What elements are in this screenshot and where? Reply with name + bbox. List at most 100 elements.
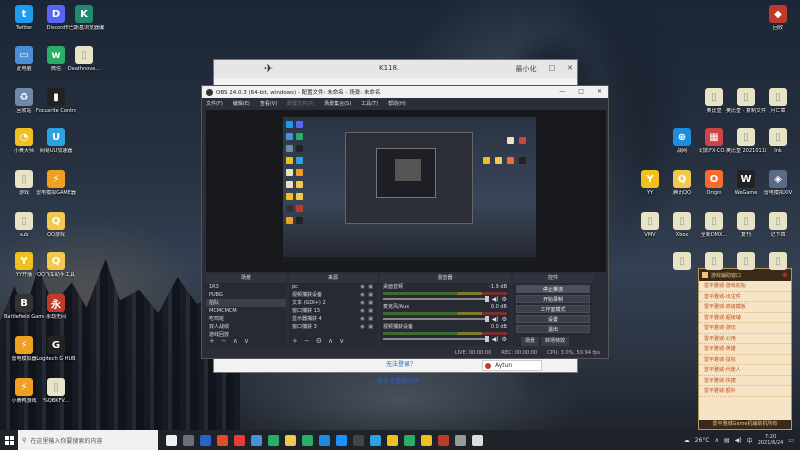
taskbar-app-icon[interactable]	[302, 434, 313, 446]
taskbar-app-icon[interactable]	[404, 434, 415, 446]
taskbar-app-icon[interactable]	[353, 434, 364, 446]
settings-button[interactable]: 设置	[516, 315, 590, 323]
taskbar-app-icon[interactable]	[472, 434, 483, 446]
obs-titlebar[interactable]: OBS 24.0.3 (64-bit, windows) - 配置文件: 未命名…	[202, 86, 608, 98]
obs-maximize-button[interactable]: □	[578, 88, 584, 95]
source-item[interactable]: 视频捕获设备 ◉ ▣	[289, 291, 377, 299]
taskbar-app-icon[interactable]	[336, 434, 347, 446]
desktop-icon[interactable]: Q QQ飞车助手工具	[36, 252, 76, 278]
desktop-icon[interactable]: ▯	[758, 252, 798, 272]
assistant-item[interactable]: 雷平雅城-快捷	[699, 376, 791, 386]
visibility-lock-icon[interactable]: ◉ ▣	[360, 315, 374, 323]
taskbar-app-icon[interactable]	[166, 434, 177, 446]
visibility-lock-icon[interactable]: ◉ ▣	[360, 299, 374, 307]
desktop-icon[interactable]: ▯ Deathnove...	[64, 46, 104, 72]
desktop-icon[interactable]: U 网易UU加速器	[36, 128, 76, 154]
close-icon[interactable]: ⊗	[782, 271, 788, 279]
desktop-icon[interactable]: ▯ 记下四	[758, 212, 798, 238]
taskbar-app-icon[interactable]	[183, 434, 194, 446]
clock[interactable]: 7:20 2021/6/24	[758, 434, 784, 446]
visibility-lock-icon[interactable]: ◉ ▣	[360, 323, 374, 331]
stop-streaming-button[interactable]: 停止推流	[516, 285, 590, 293]
game-assistant-panel[interactable]: 游戏辅助窗口 ⊗ 雷平雅城-游戏初始 雷平雅城-出宝件 雷平雅城-高级模板 雷平雅城-…	[698, 268, 792, 430]
taskbar-app-icon[interactable]	[438, 434, 449, 446]
visibility-lock-icon[interactable]: ◉ ▣	[360, 283, 374, 291]
scene-item-selected[interactable]: 拍队	[206, 299, 286, 307]
assistant-item[interactable]: 雷平雅城-代账人	[699, 365, 791, 376]
menu-view[interactable]: 查看(V)	[260, 100, 277, 107]
tray-expand-icon[interactable]: ∧	[715, 437, 719, 444]
desktop-icon[interactable]: ◈ 雷电模拟XIV	[758, 170, 798, 196]
obs-preview-area[interactable]	[206, 110, 606, 272]
volume-slider[interactable]	[383, 296, 489, 302]
taskbar-app-icon[interactable]	[387, 434, 398, 446]
desktop-icon[interactable]: ▯ %QBKFV...	[36, 378, 76, 404]
notification-icon[interactable]: ▭	[788, 437, 794, 444]
obs-preview[interactable]	[283, 117, 536, 262]
gear-icon[interactable]: ⚙	[502, 316, 507, 323]
desktop-icon[interactable]: ◆ 回收	[758, 5, 798, 31]
taskbar-app-icon[interactable]	[421, 434, 432, 446]
scene-item[interactable]: MCMCMCM	[206, 307, 286, 315]
obs-window[interactable]: OBS 24.0.3 (64-bit, windows) - 配置文件: 未命名…	[201, 85, 609, 359]
cannot-login-link[interactable]: 无法登录？	[386, 359, 416, 368]
tab-scene-transitions[interactable]: 转场特效	[541, 337, 570, 346]
start-recording-button[interactable]: 开始录制	[516, 295, 590, 303]
obs-minimize-button[interactable]: —	[559, 88, 565, 95]
exit-button[interactable]: 退出	[516, 325, 590, 333]
k118-titlebar[interactable]: ✈ K118. 最小化 □ ✕	[214, 60, 577, 78]
desktop-icon[interactable]: ▮ Focusrite Control	[36, 88, 76, 114]
source-item[interactable]: 文本 (GDI+) 2 ◉ ▣	[289, 299, 377, 307]
assistant-item[interactable]: 雷平雅城-超级辅	[699, 313, 791, 323]
assistant-item[interactable]: 雷平雅城-游戏初始	[699, 281, 791, 292]
assistant-item[interactable]: 雷平雅城-公用	[699, 334, 791, 344]
menu-scene-collection[interactable]: 场景集合(S)	[324, 100, 351, 107]
tab-scene-transitions-scenes[interactable]: 场景	[521, 337, 540, 346]
source-item[interactable]: 显示器捕获 4 ◉ ▣	[289, 315, 377, 323]
search-box[interactable]: ⚲ 在这里输入你要搜索的内容	[18, 430, 158, 450]
visibility-lock-icon[interactable]: ◉ ▣	[360, 307, 374, 315]
assistant-item[interactable]: 雷平雅城-出宝件	[699, 292, 791, 302]
desktop-icon[interactable]: K 卡巴斯基浏览器编...	[64, 5, 104, 31]
taskbar-app-icon[interactable]	[319, 434, 330, 446]
assistant-item[interactable]: 雷平雅城-游玩	[699, 323, 791, 334]
scene-item[interactable]: 吃鸡班	[206, 315, 286, 323]
authenticator-resync-link[interactable]: 安全令重新同步	[377, 376, 419, 385]
scene-item[interactable]: 双人战绩	[206, 323, 286, 331]
source-item[interactable]: pc ◉ ▣	[289, 283, 377, 291]
assistant-item[interactable]: 雷平雅城-额外	[699, 386, 791, 397]
visibility-lock-icon[interactable]: ◉ ▣	[360, 291, 374, 299]
taskbar-app-icon[interactable]	[234, 434, 245, 446]
source-item[interactable]: 窗口捕获 3 ◉ ▣	[289, 323, 377, 331]
taskbar-app-icon[interactable]	[200, 434, 211, 446]
taskbar-app-icon[interactable]	[455, 434, 466, 446]
menu-help[interactable]: 帮助(H)	[388, 100, 406, 107]
source-item[interactable]: 窗口捕获 13 ◉ ▣	[289, 307, 377, 315]
obs-close-button[interactable]: ✕	[597, 88, 602, 95]
gear-icon[interactable]: ⚙	[502, 296, 507, 303]
speaker-icon[interactable]: ◀)	[492, 316, 499, 323]
menu-tools[interactable]: 工具(T)	[361, 100, 378, 107]
menu-profile[interactable]: 配置文件(P)	[287, 100, 314, 107]
desktop-icon[interactable]: ▯ 月亡章	[758, 88, 798, 114]
desktop-icon[interactable]: ⚡ 雷电模拟GAME器	[36, 170, 76, 196]
network-icon[interactable]: ▤	[724, 437, 730, 444]
studio-mode-button[interactable]: 工作室模式	[516, 305, 590, 313]
k118-minimize-button[interactable]: 最小化	[516, 64, 537, 74]
volume-icon[interactable]: ◀)	[735, 437, 742, 444]
assistant-item[interactable]: 雷平雅城-鼠标	[699, 355, 791, 365]
account-chip[interactable]: Aytun	[482, 360, 542, 371]
taskbar-app-icon[interactable]	[370, 434, 381, 446]
scene-item[interactable]: 1R3	[206, 283, 286, 291]
weather-icon[interactable]: ☁	[684, 437, 690, 444]
desktop-icon[interactable]: G Logitech G HUB	[36, 336, 76, 362]
assistant-item[interactable]: 雷平雅城-高级模板	[699, 302, 791, 313]
speaker-icon[interactable]: ◀)	[492, 296, 499, 303]
k118-close-button[interactable]: ✕	[567, 64, 573, 74]
scene-item[interactable]: PUBG	[206, 291, 286, 299]
ime-icon[interactable]: 中	[747, 436, 753, 445]
start-button[interactable]	[0, 430, 18, 450]
k118-maximize-button[interactable]: □	[549, 64, 556, 74]
volume-slider[interactable]	[383, 316, 489, 322]
desktop-icon[interactable]: 永永劫无间	[36, 294, 76, 320]
